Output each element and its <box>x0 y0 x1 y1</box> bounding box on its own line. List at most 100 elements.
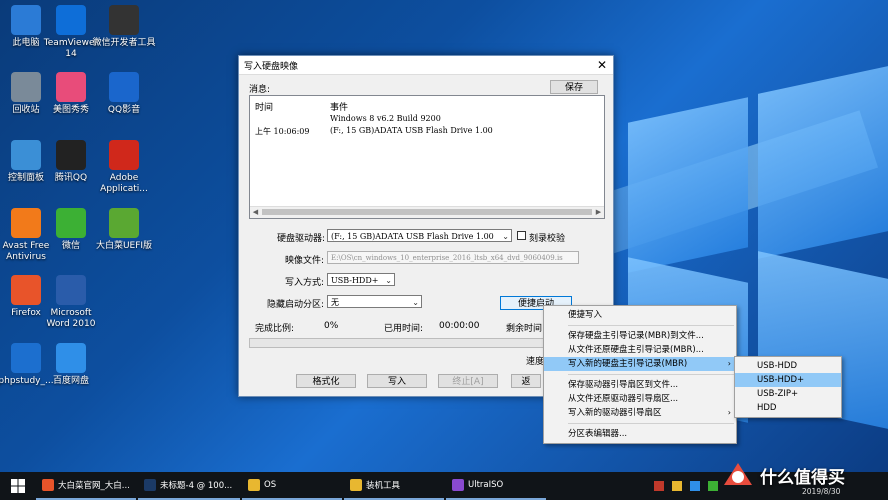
teamviewer-icon <box>56 5 86 35</box>
submenu-item[interactable]: HDD <box>735 401 841 415</box>
adobe-icon <box>109 140 139 170</box>
desktop-shortcut[interactable]: 百度网盘 <box>39 343 103 387</box>
mbr-type-submenu: USB-HDD USB-HDD+ USB-ZIP+ HDD <box>734 356 842 418</box>
remaining-label: 剩余时间: <box>506 324 546 334</box>
scroll-right-icon[interactable]: ▶ <box>593 207 604 218</box>
hidden-partition-value: 无 <box>331 298 339 307</box>
desktop-shortcut[interactable]: 微信开发者工具 <box>92 5 156 49</box>
submenu-item-label: HDD <box>757 403 777 413</box>
verify-checkbox[interactable] <box>517 231 526 240</box>
desktop-shortcut[interactable]: Microsoft Word 2010 <box>39 275 103 330</box>
scroll-left-icon[interactable]: ◀ <box>250 207 261 218</box>
taskbar-item[interactable]: 装机工具 <box>344 472 444 500</box>
messages-label: 消息: <box>249 85 271 95</box>
menu-item-label: 写入新的驱动器引导扇区 <box>568 408 662 418</box>
back-button[interactable]: 返 <box>511 374 541 388</box>
save-button[interactable]: 保存 <box>550 80 598 94</box>
watermark-date: 2019/8/30 <box>802 487 841 496</box>
taskbar-item[interactable]: OS <box>242 472 342 500</box>
menu-item-label: 便捷写入 <box>568 310 603 320</box>
write-button[interactable]: 写入 <box>367 374 427 388</box>
dialog-titlebar: 写入硬盘映像 ✕ <box>239 56 613 75</box>
desktop-shortcut[interactable]: Adobe Applicati... <box>92 140 156 195</box>
firefox-icon <box>42 479 54 491</box>
qq-icon <box>56 140 86 170</box>
submenu-item-label: USB-HDD+ <box>757 375 805 385</box>
wechat-icon <box>56 208 86 238</box>
context-menu-item[interactable]: 分区表编辑器... <box>544 427 736 441</box>
context-menu-item[interactable]: 从文件还原驱动器引导扇区... <box>544 392 736 406</box>
image-file-field[interactable]: E:\OS\cn_windows_10_enterprise_2016_ltsb… <box>327 251 579 264</box>
tray-app-icon[interactable] <box>708 481 718 491</box>
drive-select-value: (F:, 15 GB)ADATA USB Flash Drive 1.00 <box>331 232 494 241</box>
ratio-label: 完成比例: <box>255 324 295 334</box>
context-menu-item[interactable]: 写入新的硬盘主引导记录(MBR) › <box>544 357 736 371</box>
message-log: 时间 事件 上午 10:06:09 Windows 8 v6.2 Build 9… <box>249 95 605 219</box>
submenu-item-label: USB-HDD <box>757 361 797 371</box>
windows-icon <box>11 479 25 493</box>
computer-icon <box>11 5 41 35</box>
context-menu-item[interactable]: 便捷写入 <box>544 308 736 322</box>
desktop-shortcut-label: 百度网盘 <box>52 376 89 386</box>
terminal-icon <box>109 5 139 35</box>
context-menu-item[interactable]: 保存驱动器引导扇区到文件... <box>544 378 736 392</box>
menu-item-label: 从文件还原硬盘主引导记录(MBR)... <box>568 345 704 355</box>
taskbar-item[interactable]: 未标题-4 @ 100... <box>138 472 240 500</box>
avast-icon <box>11 208 41 238</box>
taskbar-item[interactable]: UltraISO <box>446 472 546 500</box>
folder-icon <box>350 479 362 491</box>
taskbar-item-label: 未标题-4 @ 100... <box>160 481 233 491</box>
col-time-header: 时间 <box>255 103 274 113</box>
format-button[interactable]: 格式化 <box>296 374 356 388</box>
taskbar-item-label: UltraISO <box>468 480 504 490</box>
col-event-header: 事件 <box>330 103 349 113</box>
start-button[interactable] <box>0 472 36 500</box>
taskbar-item-label: 装机工具 <box>366 481 401 491</box>
menu-item-label: 分区表编辑器... <box>568 429 628 439</box>
boot-context-menu: 便捷写入保存硬盘主引导记录(MBR)到文件... 从文件还原硬盘主引导记录(MBR… <box>543 305 737 444</box>
stop-button[interactable]: 终止[A] <box>438 374 498 388</box>
taskbar-item-label: OS <box>264 480 277 490</box>
ratio-value: 0% <box>324 321 339 331</box>
taskbar-item-label: 大白菜官网_大白... <box>58 481 130 491</box>
write-method-select[interactable]: USB-HDD+ ⌄ <box>327 273 395 286</box>
submenu-item-label: USB-ZIP+ <box>757 389 799 399</box>
tray-app-icon[interactable] <box>690 481 700 491</box>
elapsed-label: 已用时间: <box>384 324 424 334</box>
log-event: Windows 8 v6.2 Build 9200 <box>330 114 441 123</box>
meitu-icon <box>56 72 86 102</box>
submenu-item[interactable]: USB-HDD+ <box>735 373 841 387</box>
submenu-item[interactable]: USB-ZIP+ <box>735 387 841 401</box>
dialog-title: 写入硬盘映像 <box>244 61 299 72</box>
firefox-icon <box>11 275 41 305</box>
hidden-partition-select[interactable]: 无 ⌄ <box>327 295 422 308</box>
qqplayer-icon <box>109 72 139 102</box>
taskbar-items: 大白菜官网_大白... 未标题-4 @ 100... OS 装机工具 UltraISO <box>36 472 548 500</box>
watermark-logo-icon <box>724 463 752 485</box>
menu-item-label: 保存驱动器引导扇区到文件... <box>568 380 679 390</box>
desktop-shortcut-label: Adobe Applicati... <box>100 173 148 194</box>
phpstudy-icon <box>11 343 41 373</box>
chevron-right-icon: › <box>727 408 731 417</box>
chevron-right-icon: › <box>727 359 731 368</box>
drive-select[interactable]: (F:, 15 GB)ADATA USB Flash Drive 1.00 ⌄ <box>327 229 512 242</box>
context-menu-item[interactable]: 保存硬盘主引导记录(MBR)到文件... <box>544 329 736 343</box>
recycle-bin-icon <box>11 72 41 102</box>
chevron-down-icon: ⌄ <box>502 232 509 241</box>
hidden-partition-label: 隐藏启动分区: <box>267 300 325 310</box>
menu-item-label: 保存硬盘主引导记录(MBR)到文件... <box>568 331 704 341</box>
tray-app-icon[interactable] <box>654 481 664 491</box>
taskbar-item[interactable]: 大白菜官网_大白... <box>36 472 136 500</box>
close-icon[interactable]: ✕ <box>591 58 613 72</box>
desktop-shortcut[interactable]: 大白菜UEFI版 <box>92 208 156 252</box>
submenu-item[interactable]: USB-HDD <box>735 359 841 373</box>
horizontal-scrollbar[interactable]: ◀ ▶ <box>250 206 604 218</box>
tray-app-icon[interactable] <box>672 481 682 491</box>
scrollbar-thumb[interactable] <box>262 209 592 215</box>
control-panel-icon <box>11 140 41 170</box>
context-menu-item[interactable]: 写入新的驱动器引导扇区 › <box>544 406 736 420</box>
desktop-shortcut[interactable]: QQ影音 <box>92 72 156 116</box>
menu-separator <box>568 325 734 326</box>
context-menu-item[interactable]: 从文件还原硬盘主引导记录(MBR)... <box>544 343 736 357</box>
write-method-value: USB-HDD+ <box>331 276 379 285</box>
